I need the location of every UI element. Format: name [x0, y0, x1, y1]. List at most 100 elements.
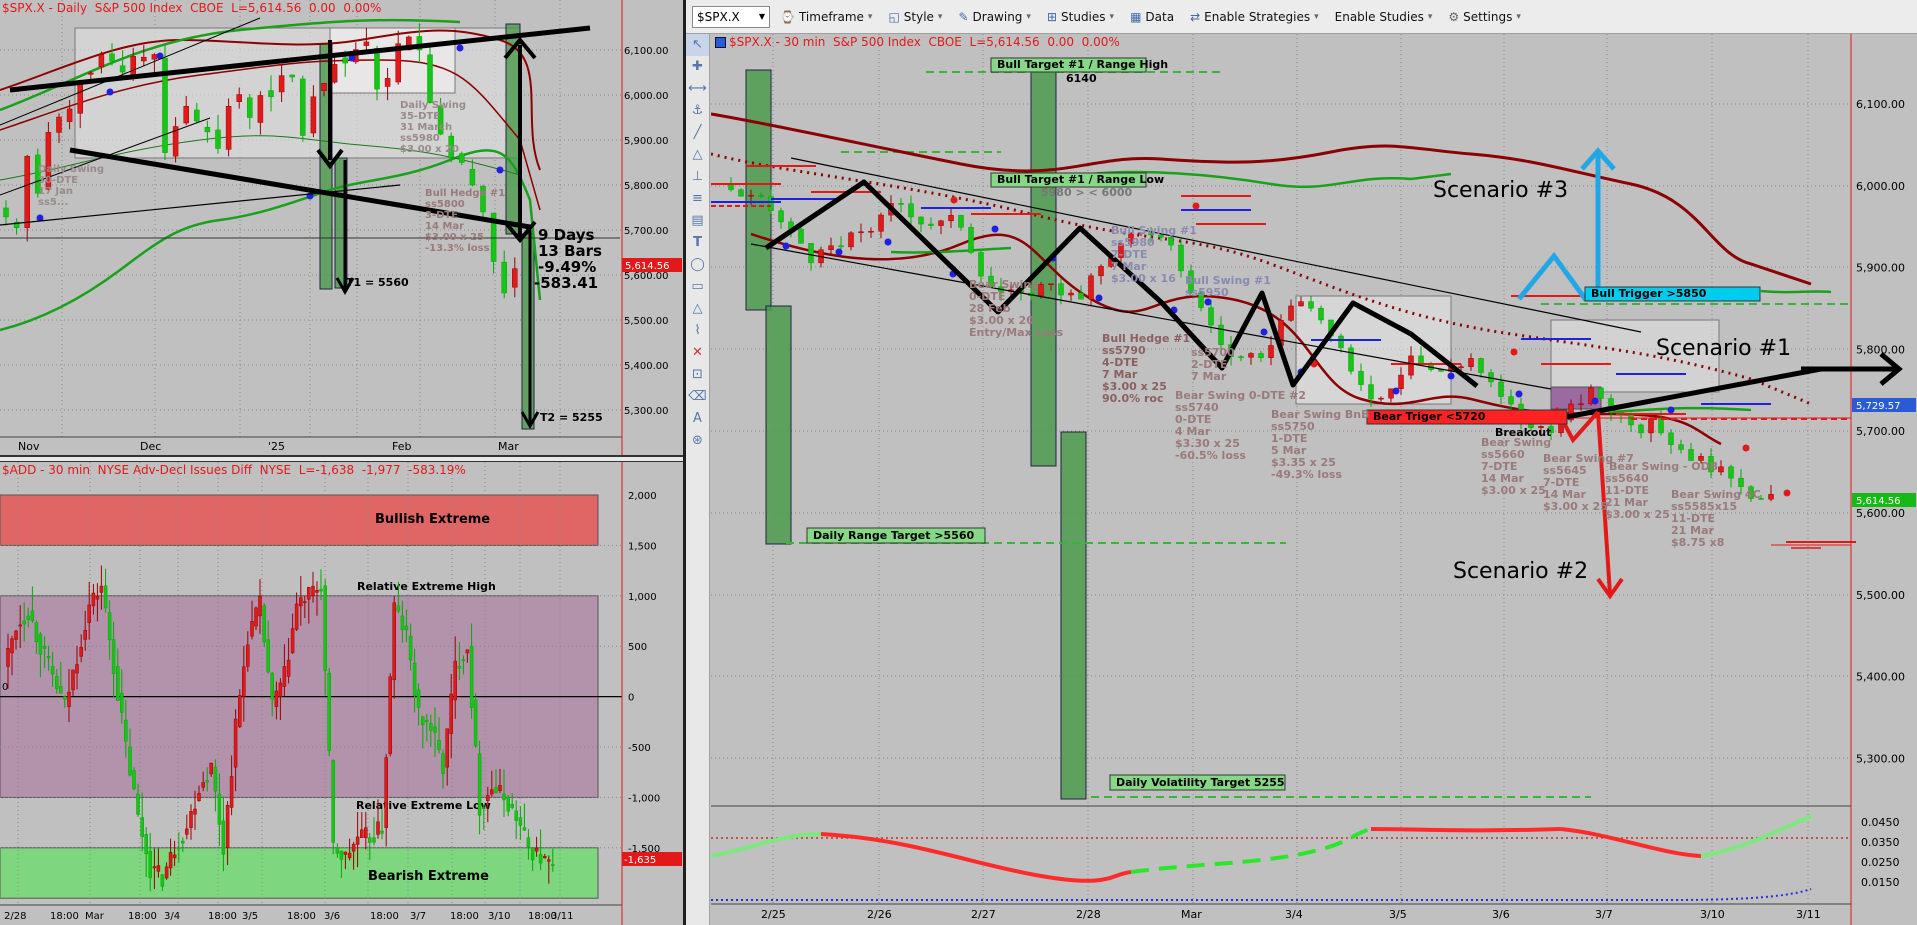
- spx-30m-candle: [1688, 449, 1694, 461]
- add-candle: [258, 595, 262, 617]
- add-candle: [107, 612, 112, 641]
- gann-icon[interactable]: ▤: [686, 210, 709, 232]
- add-candle: [294, 603, 299, 630]
- add-candle: [250, 621, 254, 637]
- x-tick-label: Mar: [1181, 908, 1202, 921]
- x-tick-label: 18:00: [450, 911, 479, 922]
- spx-30m-candle: [1648, 418, 1654, 434]
- text-icon[interactable]: T: [686, 232, 709, 254]
- trendline-icon[interactable]: ╱: [686, 122, 709, 144]
- timeframe-menu[interactable]: ⌚ Timeframe ▾: [774, 6, 878, 28]
- add-candle: [331, 760, 335, 843]
- add-candle: [477, 753, 482, 816]
- x-tick-label: 3/6: [1492, 908, 1510, 921]
- add-candle: [416, 689, 421, 708]
- brush-icon[interactable]: ⌇: [686, 320, 709, 342]
- add-candle: [42, 645, 47, 649]
- add-candle: [445, 728, 449, 768]
- studies-menu[interactable]: ⊞ Studies ▾: [1041, 6, 1120, 28]
- add-candle: [510, 803, 514, 808]
- signal-dot: [1667, 406, 1675, 414]
- signal-dot: [106, 88, 114, 96]
- gear-icon: ⚙: [1448, 9, 1460, 24]
- add-candle: [425, 719, 429, 722]
- y-tick-label: 0: [628, 693, 634, 704]
- delete-drawing-icon[interactable]: ✕: [686, 342, 709, 364]
- add-candle: [34, 622, 39, 642]
- x-tick-label: 18:00: [208, 911, 237, 922]
- spx-daily-candle: [512, 268, 518, 288]
- y-tick-label: 6,100.00: [1856, 98, 1905, 111]
- channel-icon[interactable]: ≡: [686, 188, 709, 210]
- price-tag-label: 5,614.56: [625, 261, 670, 272]
- spx-daily-chart[interactable]: Daily Swing 35-DTE 31 March ss5980 $3.00 x 2…: [0, 0, 684, 455]
- spx-30m-candle: [1248, 353, 1254, 358]
- anchor-icon[interactable]: ⚓: [686, 100, 709, 122]
- hline-icon[interactable]: ⟷: [686, 78, 709, 100]
- add-candle: [99, 585, 104, 593]
- fib-icon[interactable]: ⊥: [686, 166, 709, 188]
- lock-icon[interactable]: ⊡: [686, 364, 709, 386]
- green-bar: [1060, 431, 1087, 800]
- add-chart[interactable]: Bullish Extreme Relative Extreme High Rela…: [0, 462, 684, 925]
- horizontal-divider[interactable]: [0, 455, 684, 462]
- spx-30m-candle: [838, 245, 844, 248]
- text-box-icon[interactable]: A: [686, 408, 709, 430]
- grid-icon: ▦: [1130, 9, 1142, 24]
- y-tick-label: 5,300.00: [1856, 752, 1905, 765]
- symbol-box[interactable]: $SPX.X ▼: [692, 5, 770, 28]
- spx-daily-candle: [56, 116, 62, 133]
- green-bar: [521, 233, 535, 430]
- target2-label: T2 = 5255: [540, 411, 603, 424]
- spx-30min-chart[interactable]: Bull Target #1 / Range High6140 Bull Targ…: [711, 34, 1917, 925]
- drawing-menu[interactable]: ✎ Drawing ▾: [952, 6, 1037, 28]
- signal-dot: [1192, 202, 1200, 210]
- spx-daily-candle: [66, 108, 73, 122]
- add-candle: [384, 757, 388, 828]
- spx-30m-candle: [1208, 307, 1214, 326]
- signal-dot: [496, 166, 504, 174]
- add-candle: [233, 718, 238, 768]
- spx-30m-candle: [928, 223, 934, 226]
- add-candle: [282, 666, 287, 687]
- style-menu[interactable]: ◱ Style ▾: [882, 6, 948, 28]
- settings-menu[interactable]: ⚙ Settings ▾: [1442, 6, 1527, 28]
- data-menu[interactable]: ▦ Data: [1124, 6, 1180, 28]
- spx-daily-candle: [247, 97, 253, 118]
- add-candle: [290, 628, 295, 654]
- timeframe-label: Timeframe: [798, 9, 864, 24]
- spx-30m-candle: [1098, 266, 1104, 277]
- enable-studies-menu[interactable]: Enable Studies ▾: [1329, 6, 1439, 28]
- add-candle: [30, 610, 35, 621]
- spx-daily-candle: [501, 261, 507, 294]
- signal-dot: [991, 225, 999, 233]
- enable-strategies-menu[interactable]: ⇄ Enable Strategies ▾: [1184, 6, 1325, 28]
- add-candle: [547, 859, 551, 862]
- settings-tool-icon[interactable]: ⊛: [686, 430, 709, 452]
- add-title: $ADD - 30 min NYSE Adv-Decl Issues Diff …: [2, 463, 466, 477]
- add-candle: [498, 785, 502, 791]
- signal-dot: [782, 242, 790, 250]
- spx-daily-candle: [257, 95, 264, 123]
- add-candle: [152, 866, 157, 869]
- pencil-icon: ✎: [958, 9, 969, 24]
- spx-daily-candle: [225, 106, 232, 150]
- add-candle: [79, 647, 83, 657]
- cursor-icon[interactable]: ↖: [686, 34, 709, 56]
- triangle-icon[interactable]: △: [686, 144, 709, 166]
- eraser-icon[interactable]: ⌫: [686, 386, 709, 408]
- y-tick-label: 1,000: [628, 592, 657, 603]
- add-candle: [270, 672, 274, 700]
- bear-extreme-label: Bearish Extreme: [368, 869, 489, 884]
- settings-label: Settings: [1463, 9, 1513, 24]
- x-tick-label: 3/10: [488, 911, 510, 922]
- spx-30m-candle: [868, 231, 874, 233]
- bull-target-low-val: 5980 > < 6000: [1041, 186, 1132, 199]
- ellipse-icon[interactable]: ◯: [686, 254, 709, 276]
- add-candle: [307, 586, 311, 600]
- add-candle: [453, 660, 457, 701]
- polygon-icon[interactable]: △: [686, 298, 709, 320]
- spx-30m-candle: [1238, 356, 1244, 358]
- crosshair-icon[interactable]: ✚: [686, 56, 709, 78]
- rectangle-icon[interactable]: ▭: [686, 276, 709, 298]
